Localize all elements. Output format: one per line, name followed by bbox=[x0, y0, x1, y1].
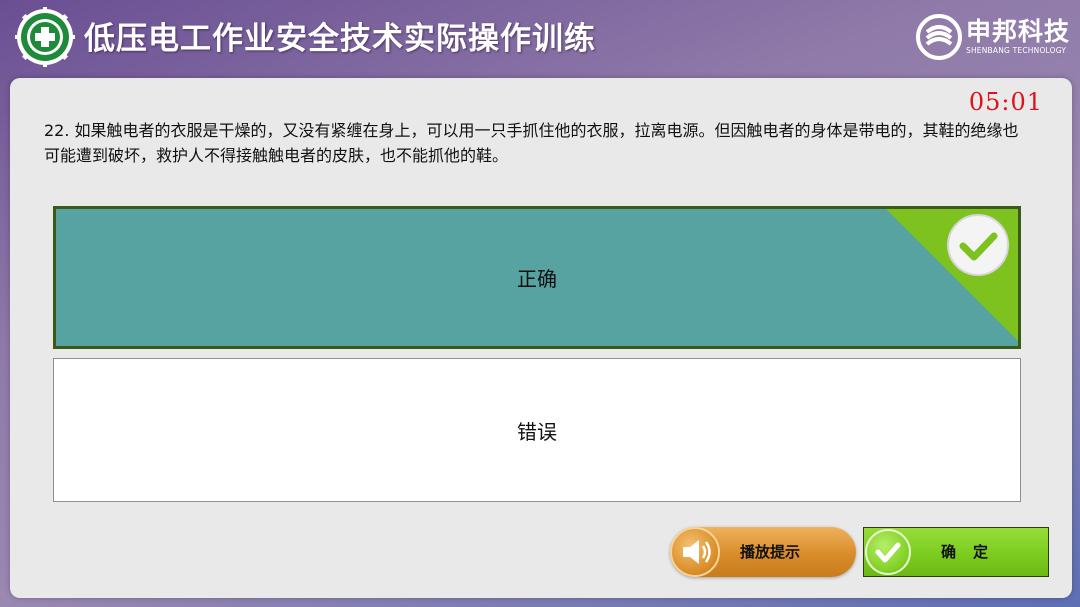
play-hint-button[interactable]: 播放提示 bbox=[670, 527, 856, 577]
safety-cross-logo bbox=[15, 7, 75, 67]
speaker-icon bbox=[670, 527, 720, 577]
shenbang-logo-icon bbox=[916, 14, 962, 60]
confirm-button[interactable]: 确 定 bbox=[863, 527, 1049, 577]
play-hint-label: 播放提示 bbox=[740, 543, 801, 561]
brand-name: 申邦科技 bbox=[966, 17, 1071, 46]
option-label: 错误 bbox=[517, 419, 557, 444]
brand-subtitle: SHENBANG TECHNOLOGY bbox=[966, 46, 1067, 55]
option-label: 正确 bbox=[517, 267, 557, 291]
option-wrong[interactable]: 错误 bbox=[53, 358, 1021, 502]
brand-logo: 申邦科技 SHENBANG TECHNOLOGY bbox=[914, 10, 1074, 62]
countdown-timer: 05:01 bbox=[968, 88, 1043, 116]
check-icon bbox=[865, 529, 911, 575]
question-text: 22. 如果触电者的衣服是干燥的，又没有紧缠在身上，可以用一只手抓住他的衣服，拉… bbox=[44, 121, 1019, 165]
page-title: 低压电工作业安全技术实际操作训练 bbox=[84, 21, 596, 57]
header-bar: 低压电工作业安全技术实际操作训练 申邦科技 SHENBANG TECHNOLOG… bbox=[0, 0, 1080, 78]
option-correct[interactable]: 正确 bbox=[53, 206, 1021, 349]
confirm-label: 确 定 bbox=[941, 543, 990, 561]
question-panel: 05:01 22. 如果触电者的衣服是干燥的，又没有紧缠在身上，可以用一只手抓住… bbox=[10, 78, 1072, 598]
selected-check-icon bbox=[886, 209, 1018, 341]
